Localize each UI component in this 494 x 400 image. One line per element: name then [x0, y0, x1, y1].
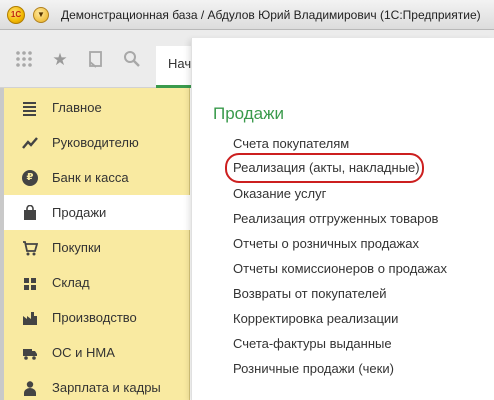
shopping-bag-icon — [22, 204, 38, 221]
sections-sidebar: Главное Руководителю ₽ Банк и касса Прод… — [0, 88, 190, 400]
apps-grid-icon[interactable] — [14, 50, 34, 70]
window-title: Демонстрационная база / Абдулов Юрий Вла… — [61, 7, 481, 22]
tab-start-page[interactable]: Нач — [156, 46, 192, 88]
favorites-star-icon[interactable]: ★ — [50, 50, 70, 70]
window-title-bar: 1С ▼ Демонстрационная база / Абдулов Юри… — [0, 0, 494, 30]
history-icon[interactable] — [86, 50, 106, 70]
shopping-cart-icon — [22, 240, 38, 256]
search-icon[interactable] — [122, 50, 142, 70]
link-issued-invoices[interactable]: Счета-фактуры выданные — [233, 336, 392, 351]
link-shipped-goods-sales[interactable]: Реализация отгруженных товаров — [233, 211, 438, 226]
link-service-provision[interactable]: Оказание услуг — [233, 186, 326, 201]
sidebar-item-payroll[interactable]: Зарплата и кадры — [4, 370, 190, 400]
sidebar-item-bank[interactable]: ₽ Банк и касса — [4, 160, 190, 195]
sidebar-item-label: Склад — [52, 275, 90, 290]
chevron-down-icon: ▼ — [37, 10, 45, 19]
sidebar-item-main[interactable]: Главное — [4, 90, 190, 125]
link-retail-sales-reports[interactable]: Отчеты о розничных продажах — [233, 236, 419, 251]
link-customer-invoices[interactable]: Счета покупателям — [233, 136, 349, 151]
sidebar-item-production[interactable]: Производство — [4, 300, 190, 335]
truck-icon — [22, 345, 38, 361]
sidebar-item-label: ОС и НМА — [52, 345, 115, 360]
link-commissioner-reports[interactable]: Отчеты комиссионеров о продажах — [233, 261, 447, 276]
sidebar-item-label: Главное — [52, 100, 102, 115]
sidebar-item-purchases[interactable]: Покупки — [4, 230, 190, 265]
panel-title: Продажи — [213, 104, 284, 123]
warehouse-icon — [22, 275, 38, 291]
ruble-coin-icon: ₽ — [22, 169, 38, 186]
link-customer-returns[interactable]: Возвраты от покупателей — [233, 286, 387, 301]
factory-icon — [22, 310, 38, 326]
menu-lines-icon — [22, 100, 38, 116]
trend-chart-icon — [22, 135, 38, 151]
sidebar-item-sales[interactable]: Продажи — [4, 195, 190, 230]
sidebar-item-warehouse[interactable]: Склад — [4, 265, 190, 300]
highlight-ring — [225, 153, 424, 183]
link-retail-sales-receipts[interactable]: Розничные продажи (чеки) — [233, 361, 394, 376]
sidebar-item-label: Производство — [52, 310, 137, 325]
sidebar-item-label: Зарплата и кадры — [52, 380, 161, 395]
app-logo-icon[interactable]: 1С — [7, 5, 25, 24]
sidebar-item-label: Продажи — [52, 205, 107, 220]
main-menu-button[interactable]: ▼ — [33, 6, 49, 23]
sidebar-item-manager[interactable]: Руководителю — [4, 125, 190, 160]
sidebar-item-label: Руководителю — [52, 135, 139, 150]
link-sales-adjustment[interactable]: Корректировка реализации — [233, 311, 398, 326]
sidebar-item-label: Покупки — [52, 240, 101, 255]
sidebar-item-label: Банк и касса — [52, 170, 129, 185]
person-icon — [22, 380, 38, 396]
sales-section-panel: Продажи Счета покупателям Реализация (ак… — [191, 38, 494, 400]
sidebar-item-fixed-assets[interactable]: ОС и НМА — [4, 335, 190, 370]
